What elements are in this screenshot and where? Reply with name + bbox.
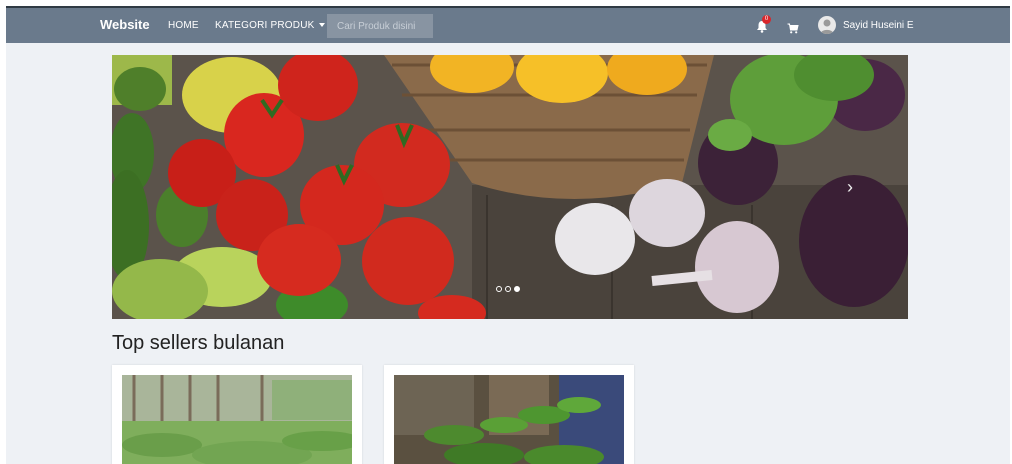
search-input[interactable] bbox=[327, 14, 433, 38]
product-card[interactable] bbox=[384, 365, 634, 464]
product-photo bbox=[122, 375, 352, 464]
cart-button[interactable] bbox=[787, 21, 799, 34]
product-card[interactable] bbox=[112, 365, 362, 464]
brand-link[interactable]: Website bbox=[100, 17, 150, 32]
carousel-dot[interactable] bbox=[505, 286, 511, 292]
product-image bbox=[394, 375, 624, 464]
nav-home[interactable]: HOME bbox=[168, 20, 199, 31]
page: Website HOME KATEGORI PRODUK 0 bbox=[6, 6, 1010, 464]
user-name: Sayid Huseini E bbox=[843, 20, 914, 31]
cart-icon bbox=[787, 23, 799, 34]
nav-category-label: KATEGORI PRODUK bbox=[215, 20, 315, 31]
navbar: Website HOME KATEGORI PRODUK 0 bbox=[6, 6, 1010, 43]
avatar bbox=[818, 16, 836, 34]
carousel-slide-image bbox=[112, 55, 908, 319]
nav-category-dropdown[interactable]: KATEGORI PRODUK bbox=[215, 20, 325, 31]
chevron-right-icon[interactable]: › bbox=[847, 177, 853, 198]
product-photo bbox=[394, 375, 624, 464]
section-title: Top sellers bulanan bbox=[112, 332, 285, 354]
notification-button[interactable]: 0 bbox=[756, 15, 771, 33]
caret-down-icon bbox=[318, 23, 325, 28]
hero-carousel[interactable]: › bbox=[112, 55, 908, 319]
carousel-dot-active[interactable] bbox=[514, 286, 520, 292]
user-avatar-icon bbox=[820, 19, 834, 34]
carousel-dot[interactable] bbox=[496, 286, 502, 292]
product-image bbox=[122, 375, 352, 464]
notification-badge: 0 bbox=[762, 15, 771, 24]
